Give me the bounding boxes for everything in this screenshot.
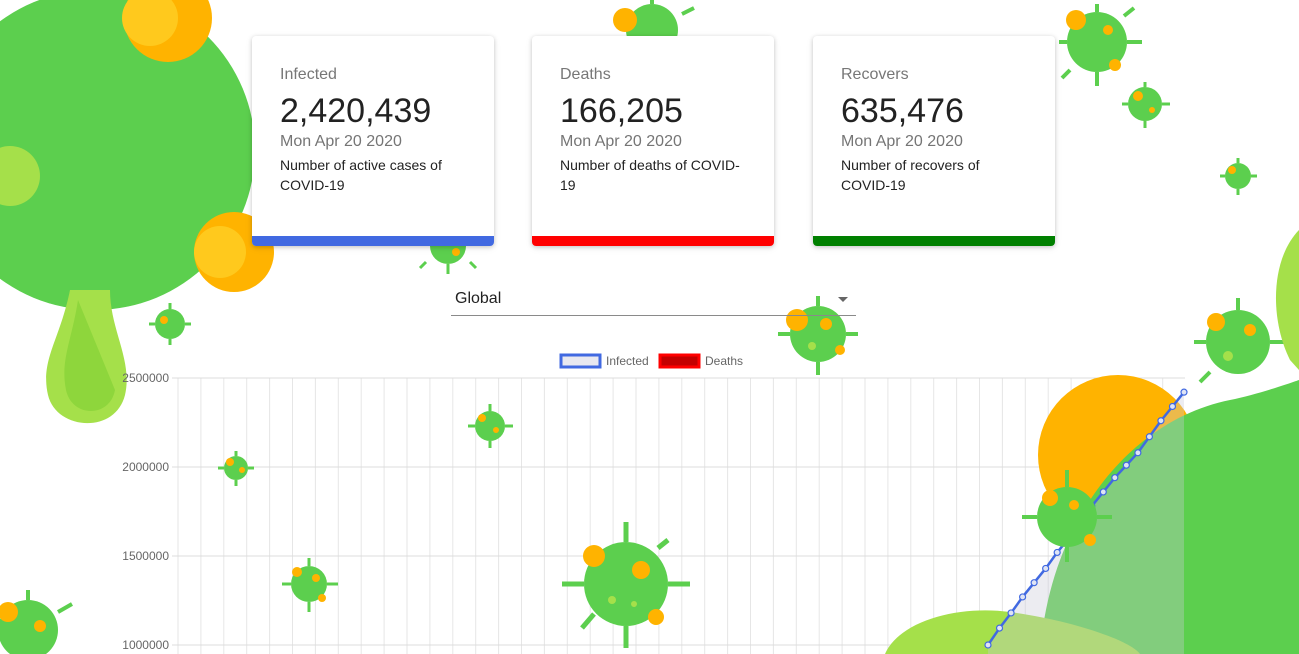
deaths-card: Deaths 166,205 Mon Apr 20 2020 Number of… xyxy=(532,36,774,246)
infected-point[interactable] xyxy=(1168,402,1177,411)
card-title: Infected xyxy=(280,66,337,83)
infected-point[interactable] xyxy=(1030,579,1038,587)
chevron-down-icon[interactable] xyxy=(838,297,848,302)
infected-point[interactable] xyxy=(1157,417,1165,425)
infected-card: Infected 2,420,439 Mon Apr 20 2020 Numbe… xyxy=(252,36,494,246)
virus-icon xyxy=(0,590,73,654)
virus-icon xyxy=(1122,82,1170,128)
region-select[interactable]: Global xyxy=(451,287,856,316)
virus-icon xyxy=(468,404,513,448)
infected-point[interactable] xyxy=(1053,548,1061,557)
card-title: Recovers xyxy=(841,66,909,83)
card-date: Mon Apr 20 2020 xyxy=(560,133,682,150)
infected-point[interactable] xyxy=(995,624,1004,632)
card-value: 166,205 xyxy=(560,92,683,130)
virus-icon xyxy=(282,558,338,612)
virus-icon xyxy=(1059,4,1142,86)
region-select-value: Global xyxy=(455,290,502,307)
infected-point[interactable] xyxy=(1018,593,1027,601)
legend-label-infected[interactable]: Infected xyxy=(606,354,649,368)
infected-point[interactable] xyxy=(1042,564,1050,573)
card-value: 2,420,439 xyxy=(280,92,432,130)
y-tick-label: 1000000 xyxy=(122,638,169,652)
infected-point[interactable] xyxy=(1111,474,1119,482)
card-date: Mon Apr 20 2020 xyxy=(841,133,963,150)
y-tick-label: 1500000 xyxy=(122,549,169,563)
card-description: Number of recovers of COVID-19 xyxy=(841,157,980,193)
card-description: Number of deaths of COVID-19 xyxy=(560,157,740,193)
recovers-card: Recovers 635,476 Mon Apr 20 2020 Number … xyxy=(813,36,1055,246)
virus-icon xyxy=(149,303,191,345)
y-tick-label: 2500000 xyxy=(122,371,169,385)
infected-point[interactable] xyxy=(1099,488,1107,496)
card-color-bar xyxy=(813,236,1055,246)
cases-chart: Infected Deaths 2500000 2000000 1500000 100… xyxy=(0,353,1299,654)
legend-label-deaths[interactable]: Deaths xyxy=(705,354,743,368)
virus-icon xyxy=(1220,158,1257,195)
y-tick-label: 2000000 xyxy=(122,460,169,474)
card-color-bar xyxy=(252,236,494,246)
card-color-bar xyxy=(532,236,774,246)
card-date: Mon Apr 20 2020 xyxy=(280,133,402,150)
virus-icon xyxy=(562,522,690,648)
infected-point[interactable] xyxy=(1122,461,1130,469)
legend-swatch-infected[interactable] xyxy=(559,353,602,369)
card-value: 635,476 xyxy=(841,92,964,130)
card-title: Deaths xyxy=(560,66,611,83)
y-axis-ticks: 2500000 2000000 1500000 1000000 xyxy=(122,371,169,652)
legend-swatch-deaths[interactable] xyxy=(658,353,701,369)
card-description: Number of active cases of COVID-19 xyxy=(280,157,442,193)
infected-point[interactable] xyxy=(1145,433,1154,441)
infected-point[interactable] xyxy=(1180,388,1188,396)
infected-point[interactable] xyxy=(1007,609,1015,617)
infected-point[interactable] xyxy=(984,641,992,649)
infected-point[interactable] xyxy=(1134,449,1142,457)
